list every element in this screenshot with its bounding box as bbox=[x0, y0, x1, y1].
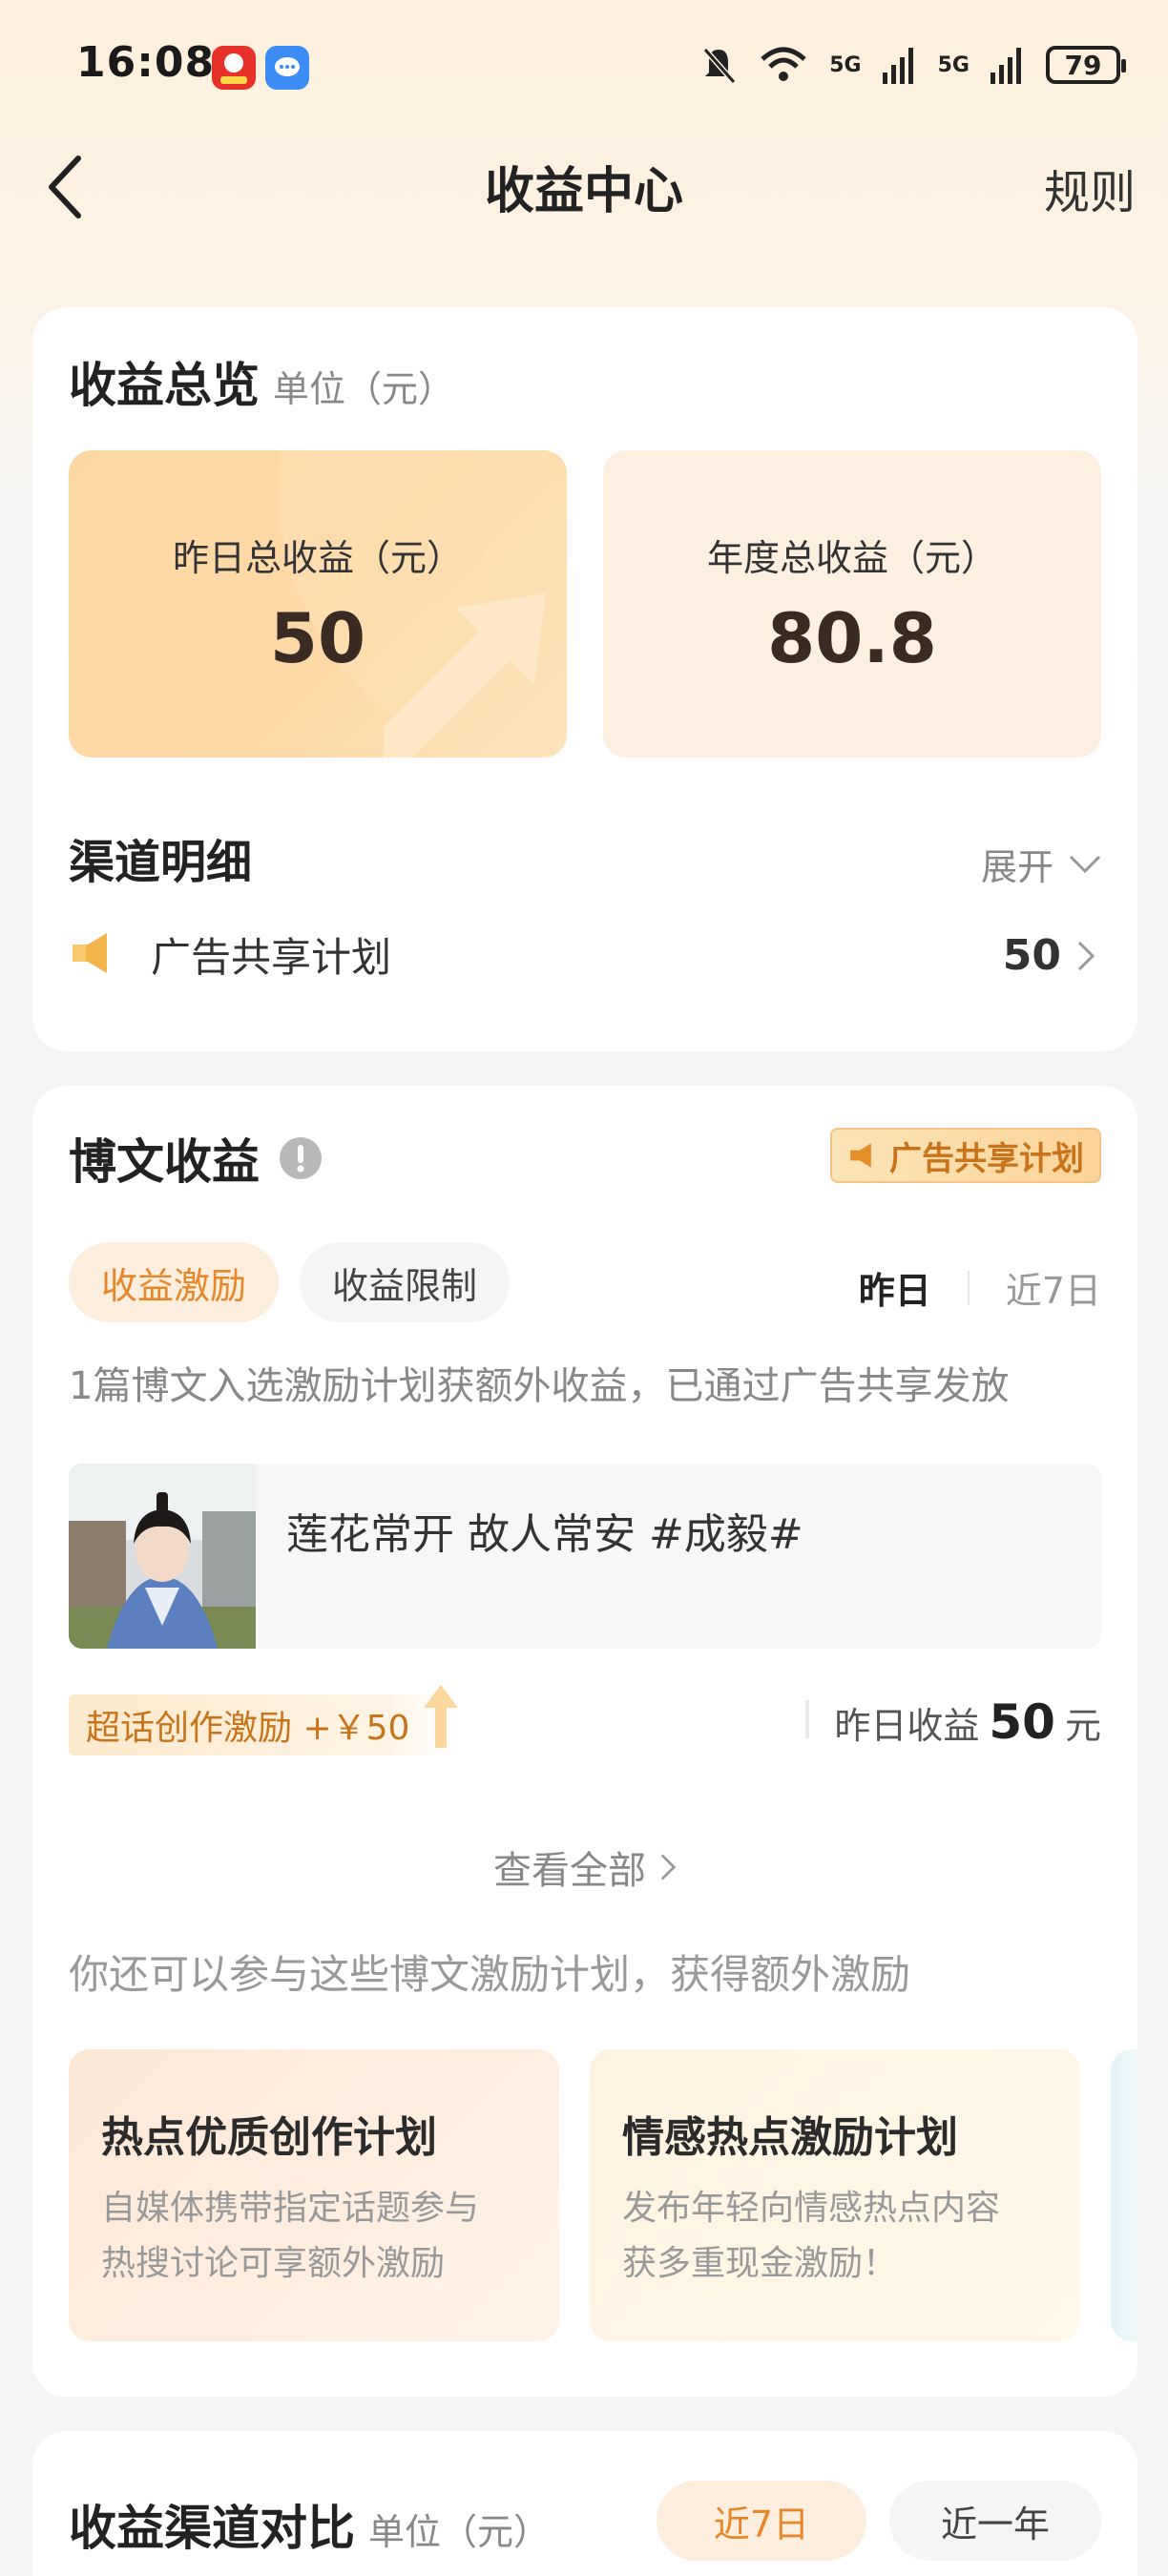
annual-income-label: 年度总收益（元） bbox=[706, 537, 997, 579]
yesterday-income-box[interactable]: 昨日总收益（元） 50 bbox=[69, 450, 567, 758]
ad-share-badge[interactable]: 广告共享计划 bbox=[830, 1128, 1101, 1183]
network-label-2: 5G bbox=[937, 52, 970, 77]
plan-card-emotion-hot[interactable]: 情感热点激励计划 发布年轻向情感热点内容 获多重现金激励！ bbox=[590, 2049, 1080, 2341]
compare-period-7-days-label: 近7日 bbox=[713, 2503, 810, 2545]
plan-title: 热点优质创作计划 bbox=[101, 2113, 437, 2162]
post-text: 莲花常开 故人常安 #成毅# bbox=[286, 1510, 803, 1559]
page-title: 收益中心 bbox=[484, 163, 683, 220]
incentive-description: 1篇博文入选激励计划获额外收益，已通过广告共享发放 bbox=[69, 1364, 1010, 1408]
plan-title: 情感热点激励计划 bbox=[622, 2113, 958, 2162]
signal-icon bbox=[882, 48, 913, 84]
tab-income-incentive[interactable]: 收益激励 bbox=[69, 1242, 279, 1322]
channel-row-ad-share[interactable]: 广告共享计划 50 bbox=[69, 922, 1101, 988]
wifi-icon bbox=[761, 47, 806, 81]
earn-label: 昨日收益 bbox=[834, 1705, 980, 1747]
view-all-link[interactable]: 查看全部 bbox=[32, 1839, 1137, 1895]
status-time: 16:08 bbox=[76, 38, 216, 87]
mute-bell-icon bbox=[703, 48, 737, 84]
channel-compare-card: 收益渠道对比 单位（元） 近7日 近一年 bbox=[32, 2431, 1137, 2576]
reward-tag: 超话创作激励 +￥50 bbox=[69, 1694, 458, 1755]
channel-value: 50 bbox=[1002, 931, 1061, 980]
plan-desc-line-1: 自媒体携带指定话题参与 bbox=[101, 2189, 480, 2228]
rules-link[interactable]: 规则 bbox=[1044, 155, 1136, 221]
signal-icon bbox=[991, 48, 1021, 84]
channel-detail-title: 渠道明细 bbox=[69, 836, 253, 889]
tab-income-incentive-label: 收益激励 bbox=[100, 1264, 246, 1307]
period-divider bbox=[967, 1270, 970, 1305]
expand-label: 展开 bbox=[980, 846, 1053, 888]
view-all-label: 查看全部 bbox=[493, 1849, 646, 1893]
earn-value: 50 bbox=[989, 1694, 1055, 1750]
compare-unit: 单位（元） bbox=[368, 2511, 551, 2553]
info-icon[interactable] bbox=[279, 1136, 323, 1180]
tab-income-limit-label: 收益限制 bbox=[331, 1264, 477, 1307]
earn-divider bbox=[805, 1700, 810, 1738]
plan-desc-line-1: 发布年轻向情感热点内容 bbox=[622, 2189, 1001, 2228]
plan-card-partial[interactable] bbox=[1111, 2049, 1137, 2341]
megaphone-icon bbox=[850, 1143, 871, 1168]
yesterday-income-label: 昨日总收益（元） bbox=[172, 537, 463, 579]
plan-desc-line-2: 获多重现金激励！ bbox=[622, 2244, 898, 2283]
ad-share-badge-label: 广告共享计划 bbox=[889, 1139, 1084, 1178]
post-thumbnail bbox=[69, 1464, 256, 1649]
network-label-1: 5G bbox=[829, 52, 862, 77]
annual-income-value: 80.8 bbox=[767, 598, 937, 678]
megaphone-icon bbox=[73, 933, 107, 973]
post-income-card: 博文收益 广告共享计划 收益激励 收益限制 昨日 近7日 1篇博文入选激励计划获… bbox=[32, 1086, 1137, 2397]
plan-card-hot-quality[interactable]: 热点优质创作计划 自媒体携带指定话题参与 热搜讨论可享额外激励 bbox=[69, 2049, 559, 2341]
reward-tag-label: 超话创作激励 +￥50 bbox=[86, 1709, 410, 1748]
yesterday-income-value: 50 bbox=[269, 598, 366, 678]
compare-title: 收益渠道对比 bbox=[69, 2501, 355, 2556]
period-yesterday[interactable]: 昨日 bbox=[859, 1261, 931, 1314]
expand-toggle[interactable]: 展开 bbox=[981, 838, 1101, 890]
battery-icon: 79 bbox=[1046, 46, 1126, 84]
compare-period-7-days[interactable]: 近7日 bbox=[657, 2481, 866, 2561]
post-item[interactable]: 莲花常开 故人常安 #成毅# bbox=[69, 1464, 1101, 1649]
channel-name: 广告共享计划 bbox=[151, 934, 392, 981]
chevron-down-icon bbox=[1069, 855, 1101, 873]
plan-desc-line-2: 热搜讨论可享额外激励 bbox=[101, 2244, 446, 2283]
more-plans-hint: 你还可以参与这些博文激励计划，获得额外激励 bbox=[69, 1951, 911, 1998]
chevron-right-icon bbox=[1077, 941, 1095, 970]
message-app-icon bbox=[265, 46, 309, 90]
chevron-right-icon bbox=[660, 1854, 677, 1880]
up-arrow-icon bbox=[424, 1685, 458, 1748]
compare-period-year[interactable]: 近一年 bbox=[889, 2481, 1101, 2561]
earn-unit: 元 bbox=[1064, 1705, 1101, 1747]
annual-income-box[interactable]: 年度总收益（元） 80.8 bbox=[603, 450, 1101, 758]
overview-unit: 单位（元） bbox=[273, 368, 455, 410]
app-618-icon bbox=[212, 46, 256, 90]
battery-level: 79 bbox=[1064, 49, 1102, 81]
tab-income-limit[interactable]: 收益限制 bbox=[300, 1242, 510, 1322]
compare-period-year-label: 近一年 bbox=[940, 2503, 1050, 2545]
period-7-days[interactable]: 近7日 bbox=[1006, 1261, 1101, 1314]
post-income-title: 博文收益 bbox=[69, 1134, 260, 1190]
overview-title: 收益总览 bbox=[69, 358, 260, 413]
overview-card: 收益总览 单位（元） 昨日总收益（元） 50 年度总收益（元） 80.8 渠道明… bbox=[32, 307, 1137, 1051]
